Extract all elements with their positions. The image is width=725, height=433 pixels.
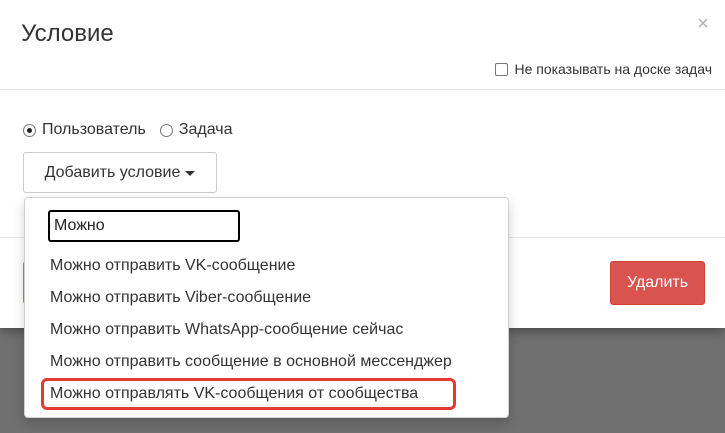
- target-radio-group: Пользователь Задача: [23, 121, 247, 139]
- add-condition-label: Добавить условие: [44, 163, 181, 181]
- radio-user-label: Пользователь: [42, 121, 146, 138]
- close-icon[interactable]: ×: [695, 14, 711, 34]
- condition-option[interactable]: Можно отправить VK-сообщение: [25, 250, 508, 282]
- radio-user[interactable]: Пользователь: [23, 121, 146, 139]
- radio-unchecked-icon[interactable]: [159, 123, 173, 137]
- radio-task[interactable]: Задача: [159, 121, 233, 139]
- condition-search-input[interactable]: [48, 210, 240, 242]
- add-condition-button[interactable]: Добавить условие: [23, 152, 217, 193]
- condition-dropdown: Можно отправить VK-сообщение Можно отпра…: [24, 197, 509, 418]
- caret-down-icon: [185, 171, 196, 176]
- condition-option[interactable]: Можно отправлять VK-сообщения от сообщес…: [25, 378, 508, 410]
- delete-button[interactable]: Удалить: [610, 261, 705, 305]
- modal-title: Условие: [21, 20, 114, 47]
- checkbox-icon[interactable]: [495, 62, 509, 76]
- condition-option[interactable]: Можно отправить сообщение в основной мес…: [25, 346, 508, 378]
- radio-task-label: Задача: [178, 121, 233, 138]
- hide-on-board-label: Не показывать на доске задач: [514, 61, 712, 77]
- condition-option[interactable]: Можно отправить Viber-сообщение: [25, 282, 508, 314]
- condition-option[interactable]: Можно отправить WhatsApp-сообщение сейча…: [25, 314, 508, 346]
- hide-on-board-checkbox[interactable]: Не показывать на доске задач: [495, 61, 712, 77]
- modal-header: Условие × Не показывать на доске задач: [0, 0, 725, 90]
- condition-options-list: Можно отправить VK-сообщение Можно отпра…: [25, 250, 508, 410]
- radio-checked-icon[interactable]: [23, 123, 36, 137]
